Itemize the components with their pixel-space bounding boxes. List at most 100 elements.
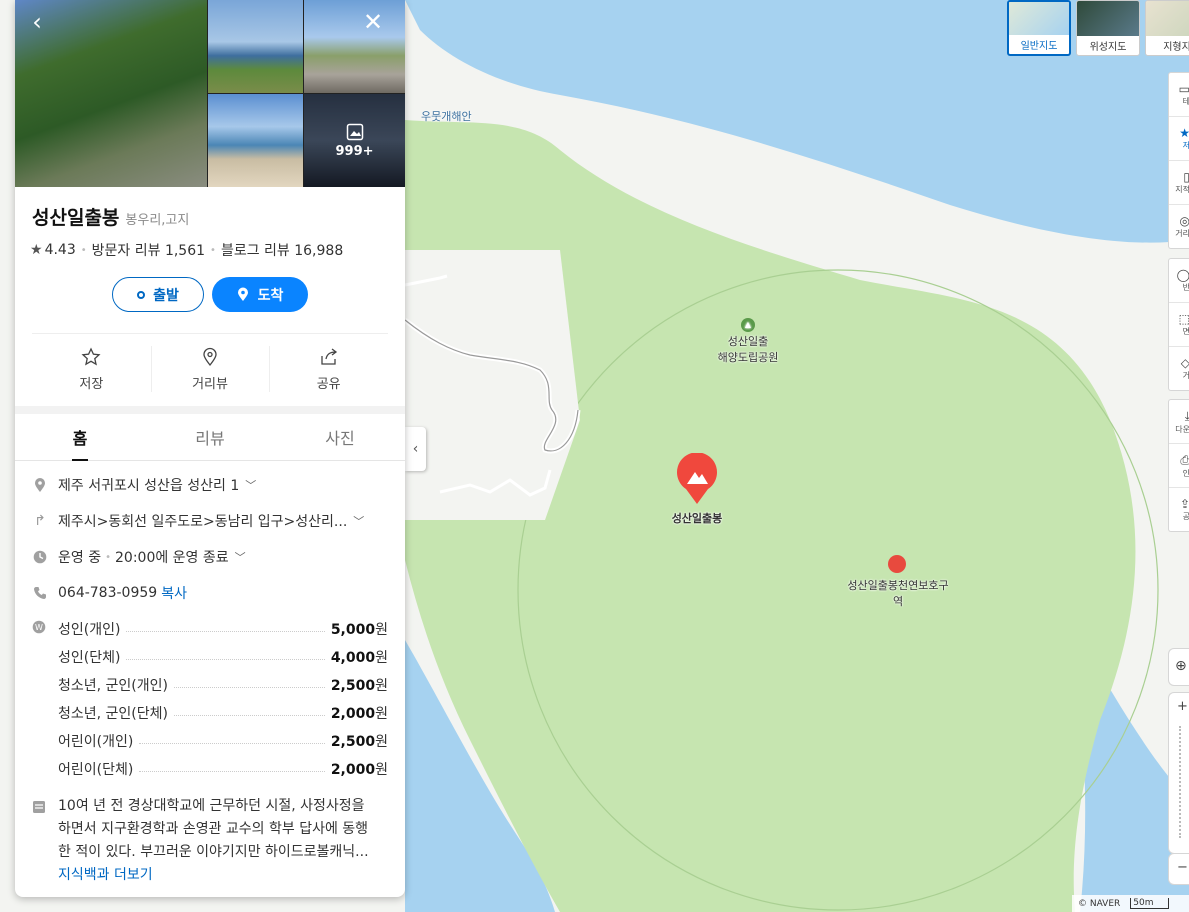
tool-download[interactable]: ⤓다운 (1169, 400, 1189, 444)
ruler-icon: ◇ (1180, 356, 1189, 370)
tool-theme[interactable]: ▭테 (1169, 73, 1189, 117)
fee-price: 2,000원 (331, 759, 388, 779)
download-icon: ⤓ (1185, 409, 1189, 424)
tool-cadastral-label: 지적 (1175, 185, 1189, 194)
theme-icon: ▭ (1178, 82, 1189, 96)
map-scale: 50m (1130, 898, 1169, 909)
fee-label: 어린이(단체) (58, 762, 134, 778)
place-category: 봉우리,고지 (125, 213, 190, 228)
tool-saved-label: 저 (1183, 140, 1189, 151)
detail-tabs: 홈 리뷰 사진 (15, 414, 405, 461)
pin-icon (203, 347, 217, 366)
map-type-terrain[interactable]: 지형지 (1145, 0, 1189, 56)
visitor-reviews-link[interactable]: 방문자 리뷰 1,561 (92, 240, 205, 260)
copy-phone-button[interactable]: 복사 (161, 583, 187, 603)
street-icon: ◎ (1179, 214, 1189, 228)
tool-distance-label: 거 (1182, 371, 1189, 380)
fee-leader (173, 686, 325, 688)
monument-icon[interactable] (888, 555, 906, 573)
fee-leader (126, 630, 325, 632)
map-zoom-control[interactable]: + (1168, 692, 1189, 854)
map-type-normal-thumb (1009, 2, 1069, 36)
area-icon: ⬚ (1178, 312, 1189, 326)
arrive-button[interactable]: 도착 (212, 277, 308, 312)
map-locate-button[interactable]: ⊕ (1168, 648, 1189, 686)
map-label-marker: 성산일출봉 (671, 512, 723, 525)
place-detail-panel: 999+ ‹ ✕ 성산일출봉 봉우리,고지 ★ 4.43 • 방문자 리뷰 1,… (15, 0, 405, 897)
tool-distance[interactable]: ◇ 거 (1169, 347, 1189, 390)
book-icon (32, 795, 48, 887)
more-knowledge-link[interactable]: 지식백과 더보기 (58, 864, 380, 887)
panel-collapse-button[interactable]: ‹ (405, 427, 426, 471)
route-buttons: 출발 도착 (15, 277, 405, 312)
info-section: 제주 서귀포시 성산읍 성산리 1 ﹀ ↱ 제주시>동회선 일주도로>동남리 입… (15, 461, 405, 887)
radius-icon: ◯ (1176, 268, 1189, 282)
place-stats: ★ 4.43 • 방문자 리뷰 1,561 • 블로그 리뷰 16,988 (15, 230, 405, 260)
save-button[interactable]: 저장 (32, 334, 151, 404)
tool-street[interactable]: ◎ 거리 (1169, 205, 1189, 248)
tool-area[interactable]: ⬚면 (1169, 303, 1189, 347)
locate-icon: ⊕ (1175, 658, 1187, 674)
tool-print[interactable]: ⎙인 (1169, 444, 1189, 488)
directions-row[interactable]: ↱ 제주시>동회선 일주도로>동남리 입구>성산리... ﹀ (32, 503, 388, 539)
tool-saved[interactable]: ★저 (1169, 117, 1189, 161)
fee-label: 어린이(개인) (58, 734, 134, 750)
close-icon: ✕ (362, 8, 384, 36)
close-button[interactable]: ✕ (359, 10, 387, 38)
won-icon: W (32, 620, 48, 638)
map-zoom-out[interactable]: − (1168, 853, 1189, 885)
directions-text: 제주시>동회선 일주도로>동남리 입구>성산리... (58, 514, 348, 530)
location-pin-icon (237, 287, 248, 301)
fee-price: 2,000원 (331, 703, 388, 723)
address-row[interactable]: 제주 서귀포시 성산읍 성산리 1 ﹀ (32, 467, 388, 503)
fee-leader (139, 742, 325, 744)
tool-cadastral[interactable]: ▯지적 (1169, 161, 1189, 205)
zoom-in-icon[interactable]: + (1169, 693, 1189, 714)
photo-2[interactable] (208, 0, 303, 93)
map-footer: © NAVER 50m (1072, 895, 1189, 912)
tool-radius[interactable]: ◯반 (1169, 259, 1189, 303)
tool-street-label: 거리 (1175, 229, 1189, 238)
separator-dot: • (80, 244, 87, 256)
map-label-park-line1: 성산일출 (727, 335, 769, 348)
fee-price: 2,500원 (331, 675, 388, 695)
tool-share[interactable]: ⇪ 공 (1169, 488, 1189, 531)
photo-3[interactable] (304, 0, 405, 93)
place-marker-icon[interactable] (676, 452, 718, 505)
back-button[interactable]: ‹ (23, 10, 51, 38)
depart-button[interactable]: 출발 (112, 277, 204, 312)
blog-reviews-link[interactable]: 블로그 리뷰 16,988 (221, 240, 343, 260)
fee-leader (126, 658, 325, 660)
map-type-satellite[interactable]: 위성지도 (1076, 0, 1140, 56)
fee-label: 성인(개인) (58, 622, 121, 638)
photo-gallery: 999+ ‹ ✕ (15, 0, 405, 187)
place-rating: 4.43 (44, 242, 76, 258)
park-icon: ▲ (741, 318, 755, 332)
zoom-slider[interactable] (1179, 726, 1189, 838)
photo-more[interactable]: 999+ (304, 94, 405, 187)
phone-number: 064-783-0959 (58, 585, 158, 601)
tab-photos[interactable]: 사진 (275, 414, 405, 460)
fee-label: 청소년, 군인(단체) (58, 706, 168, 722)
tab-reviews[interactable]: 리뷰 (145, 414, 275, 460)
star-icon (81, 346, 101, 365)
hours-row[interactable]: 운영 중 • 20:00에 운영 종료 ﹀ (32, 539, 388, 575)
fee-price: 4,000원 (331, 647, 388, 667)
map-label-monument-line2: 역 (892, 595, 904, 608)
description-text: 10여 년 전 경상대학교에 근무하던 시절, 사정사정을 하면서 지구환경학과… (58, 798, 369, 860)
address-text: 제주 서귀포시 성산읍 성산리 1 (58, 478, 240, 494)
arrive-label: 도착 (257, 287, 284, 304)
fee-amount: 5,000 (330, 622, 376, 638)
action-bar: 저장 거리뷰 공유 (32, 333, 388, 404)
share-button[interactable]: 공유 (269, 334, 388, 404)
tool-area-label: 면 (1183, 326, 1189, 337)
photo-4[interactable] (208, 94, 303, 187)
description-content: 10여 년 전 경상대학교에 근무하던 시절, 사정사정을 하면서 지구환경학과… (58, 795, 380, 887)
street-view-button[interactable]: 거리뷰 (150, 334, 270, 404)
map-label-park[interactable]: ▲ 성산일출 해양도립공원 (712, 318, 784, 365)
tab-home[interactable]: 홈 (15, 414, 145, 461)
title-row: 성산일출봉 봉우리,고지 (15, 187, 405, 230)
map-type-normal[interactable]: 일반지도 (1007, 0, 1071, 56)
star-icon: ★ (1179, 126, 1189, 140)
directions-icon: ↱ (34, 513, 46, 529)
